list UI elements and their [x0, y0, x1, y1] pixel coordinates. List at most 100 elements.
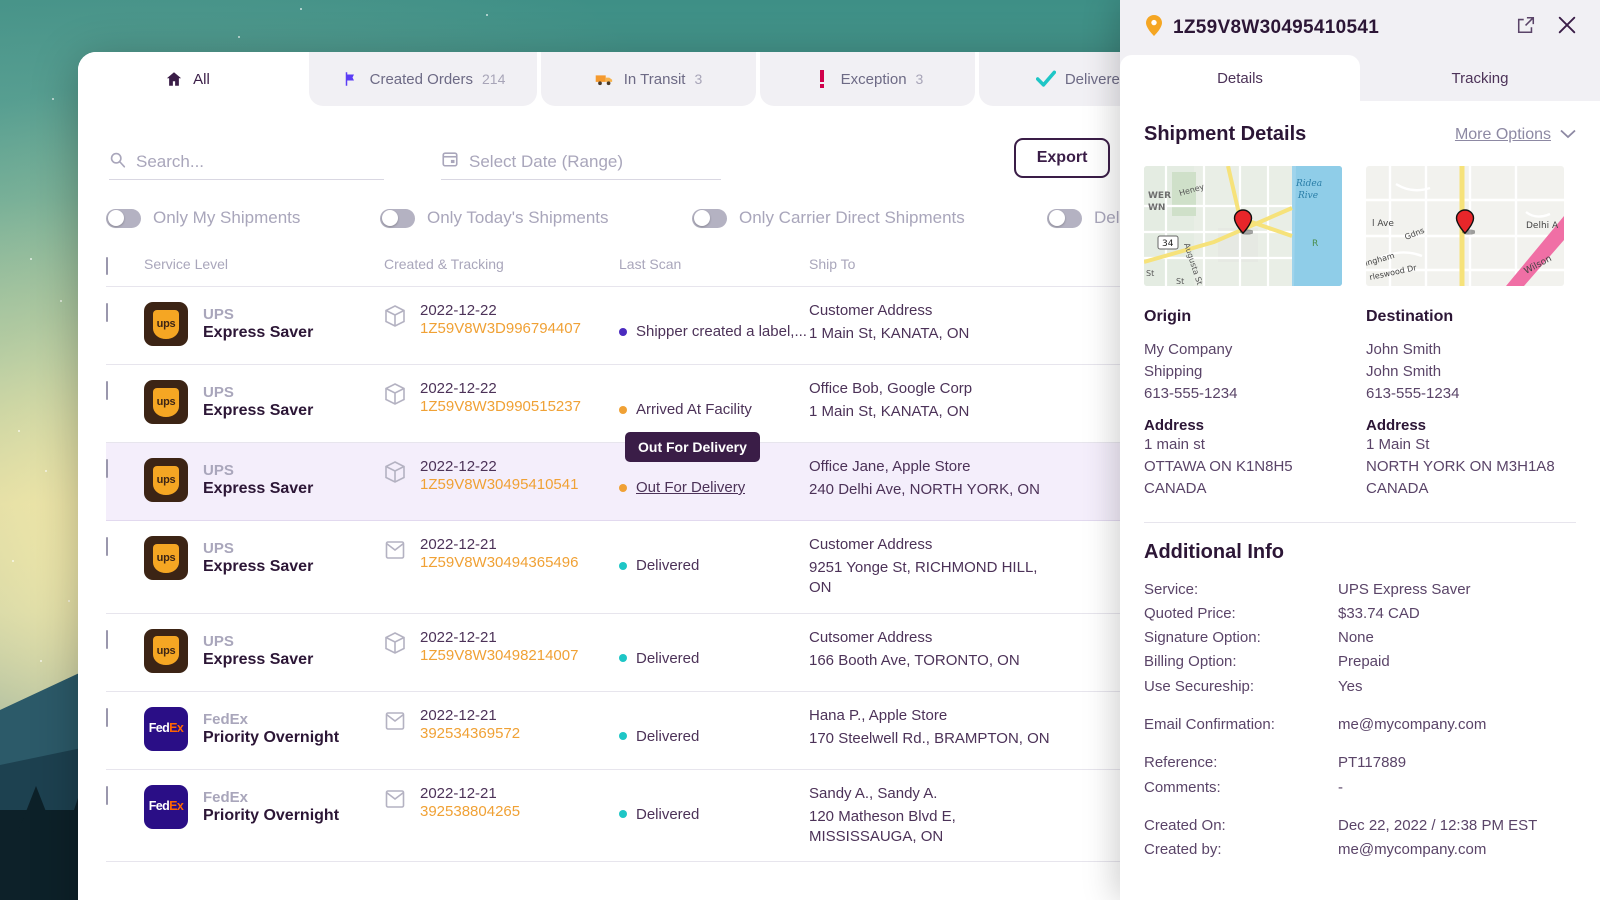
tracking-number[interactable]: 1Z59V8W30498214007 — [420, 647, 578, 664]
row-checkbox-cell[interactable] — [106, 458, 144, 478]
last-scan-text[interactable]: Out For Delivery — [636, 479, 745, 496]
info-row-comments: Comments: - — [1144, 776, 1576, 800]
info-value: UPS Express Saver — [1338, 580, 1471, 598]
tab-in-transit[interactable]: In Transit 3 — [541, 52, 756, 106]
last-scan-cell: Out For Delivery Out For Delivery — [619, 432, 809, 496]
ship-to-address: 166 Booth Ave, TORONTO, ON — [809, 651, 1020, 669]
service-level: Priority Overnight — [203, 728, 340, 746]
svg-text:St: St — [1146, 269, 1154, 278]
row-checkbox-cell[interactable] — [106, 707, 144, 727]
created-tracking-cell: 2022-12-22 1Z59V8W3D990515237 — [384, 380, 619, 416]
created-date: 2022-12-21 — [420, 628, 497, 646]
detail-tab-tracking[interactable]: Tracking — [1360, 55, 1600, 101]
tracking-number[interactable]: 1Z59V8W3D990515237 — [420, 398, 581, 415]
detail-panel-actions — [1516, 14, 1578, 41]
status-dot — [619, 327, 627, 336]
carrier-name: UPS — [203, 632, 234, 650]
home-icon — [164, 69, 184, 89]
search-placeholder: Search... — [136, 152, 205, 171]
tracking-number[interactable]: 1Z59V8W30495410541 — [420, 476, 578, 493]
close-icon[interactable] — [1556, 14, 1578, 41]
info-row-service: Service: UPS Express Saver — [1144, 578, 1576, 602]
carrier-name: FedEx — [203, 788, 249, 806]
tab-exception[interactable]: Exception 3 — [760, 52, 975, 106]
shipment-detail-panel: 1Z59V8W30495410541 Details Tracking Ship… — [1120, 0, 1600, 900]
search-input[interactable]: Search... — [109, 151, 384, 180]
info-key: Created by: — [1144, 841, 1222, 859]
tracking-number[interactable]: 1Z59V8W30494365496 — [420, 554, 578, 571]
toggle-only-carrier-direct-shipments[interactable]: Only Carrier Direct Shipments — [692, 208, 1047, 228]
tracking-number[interactable]: 392538804265 — [420, 803, 520, 820]
ups-logo: ups — [144, 458, 188, 502]
created-date: 2022-12-21 — [420, 706, 497, 724]
info-value: me@mycompany.com — [1338, 715, 1487, 733]
ship-to-cell: Office Jane, Apple Store 240 Delhi Ave, … — [809, 458, 1079, 500]
tab-in-transit-count: 3 — [694, 71, 703, 87]
destination-heading: Destination — [1366, 308, 1454, 325]
origin-destination: Origin My Company Shipping 613-555-1234 … — [1144, 308, 1576, 500]
select-all-checkbox[interactable] — [106, 257, 108, 275]
last-scan-text: Delivered — [636, 727, 700, 745]
service-level-cell: FedEx FedEx Priority Overnight — [144, 706, 384, 751]
last-scan-cell: Arrived At Facility — [619, 380, 809, 418]
row-checkbox-cell[interactable] — [106, 785, 144, 805]
last-scan-text: Delivered — [636, 805, 700, 823]
ship-to-cell: Office Bob, Google Corp 1 Main St, KANAT… — [809, 380, 1079, 422]
toggle-only-my-shipments-label: Only My Shipments — [153, 208, 301, 227]
row-checkbox[interactable] — [106, 303, 108, 322]
status-dot — [619, 732, 627, 740]
ship-to-cell: Sandy A., Sandy A. 120 Matheson Blvd E, … — [809, 785, 1079, 848]
svg-text:34: 34 — [1162, 239, 1174, 249]
more-options-button[interactable]: More Options — [1455, 126, 1576, 144]
select-all-checkbox-cell[interactable] — [106, 256, 144, 275]
tab-created-orders[interactable]: Created Orders 214 — [309, 52, 537, 106]
open-external-icon[interactable] — [1516, 15, 1536, 40]
tracking-number[interactable]: 392534369572 — [420, 725, 520, 742]
shipment-details-section-header: Shipment Details More Options — [1144, 123, 1576, 146]
last-scan-text: Shipper created a label,... — [636, 323, 807, 340]
row-checkbox[interactable] — [106, 707, 108, 727]
row-checkbox[interactable] — [106, 381, 108, 400]
info-key: Billing Option: — [1144, 653, 1237, 671]
header-last-scan: Last Scan — [619, 256, 682, 272]
carrier-name: UPS — [203, 462, 234, 479]
origin-map[interactable]: WER WN Heney Augusta St St St Ridea Rive… — [1144, 166, 1342, 286]
info-value: Yes — [1338, 677, 1363, 695]
toggle-only-carrier-direct-shipments-label: Only Carrier Direct Shipments — [739, 208, 965, 227]
destination-line-2: John Smith — [1366, 362, 1442, 380]
chevron-down-icon — [1560, 126, 1576, 144]
toggle-only-my-shipments[interactable]: Only My Shipments — [106, 208, 380, 228]
date-range-placeholder: Select Date (Range) — [469, 151, 624, 171]
detail-tab-details[interactable]: Details — [1120, 55, 1360, 101]
date-range-input[interactable]: Select Date (Range) — [441, 150, 721, 180]
row-checkbox-cell[interactable] — [106, 302, 144, 322]
created-tracking-cell: 2022-12-22 1Z59V8W30495410541 — [384, 458, 619, 494]
row-checkbox-cell[interactable] — [106, 536, 144, 556]
toggle-knob — [381, 210, 398, 226]
export-button[interactable]: Export — [1013, 138, 1111, 178]
header-service-level: Service Level — [144, 256, 229, 272]
section-divider — [1144, 521, 1576, 523]
destination-map[interactable]: l Ave Gdns ingham rleswood Dr Delhi A Wi… — [1366, 166, 1564, 286]
tab-all[interactable]: All — [78, 52, 305, 106]
created-date: 2022-12-21 — [420, 536, 497, 553]
row-checkbox-cell[interactable] — [106, 629, 144, 649]
row-checkbox[interactable] — [106, 537, 108, 556]
info-row-signature-option: Signature Option: None — [1144, 626, 1576, 650]
service-level: Express Saver — [203, 650, 314, 668]
service-level-cell: ups UPS Express Saver — [144, 536, 384, 580]
ship-to-name: Customer Address — [809, 302, 933, 319]
service-level-cell: ups UPS Express Saver — [144, 628, 384, 673]
row-checkbox[interactable] — [106, 629, 108, 649]
info-key: Reference: — [1144, 754, 1218, 772]
row-checkbox[interactable] — [106, 785, 108, 805]
tracking-number[interactable]: 1Z59V8W3D996794407 — [420, 320, 581, 337]
svg-text:Rive: Rive — [1297, 191, 1318, 201]
toggle-only-todays-shipments[interactable]: Only Today's Shipments — [380, 208, 692, 228]
ship-to-name: Cutsomer Address — [809, 628, 933, 646]
detail-panel-tabs: Details Tracking — [1120, 55, 1600, 101]
toggle-track — [1047, 208, 1082, 228]
row-checkbox[interactable] — [106, 459, 108, 478]
row-checkbox-cell[interactable] — [106, 380, 144, 400]
info-key: Created On: — [1144, 816, 1226, 834]
